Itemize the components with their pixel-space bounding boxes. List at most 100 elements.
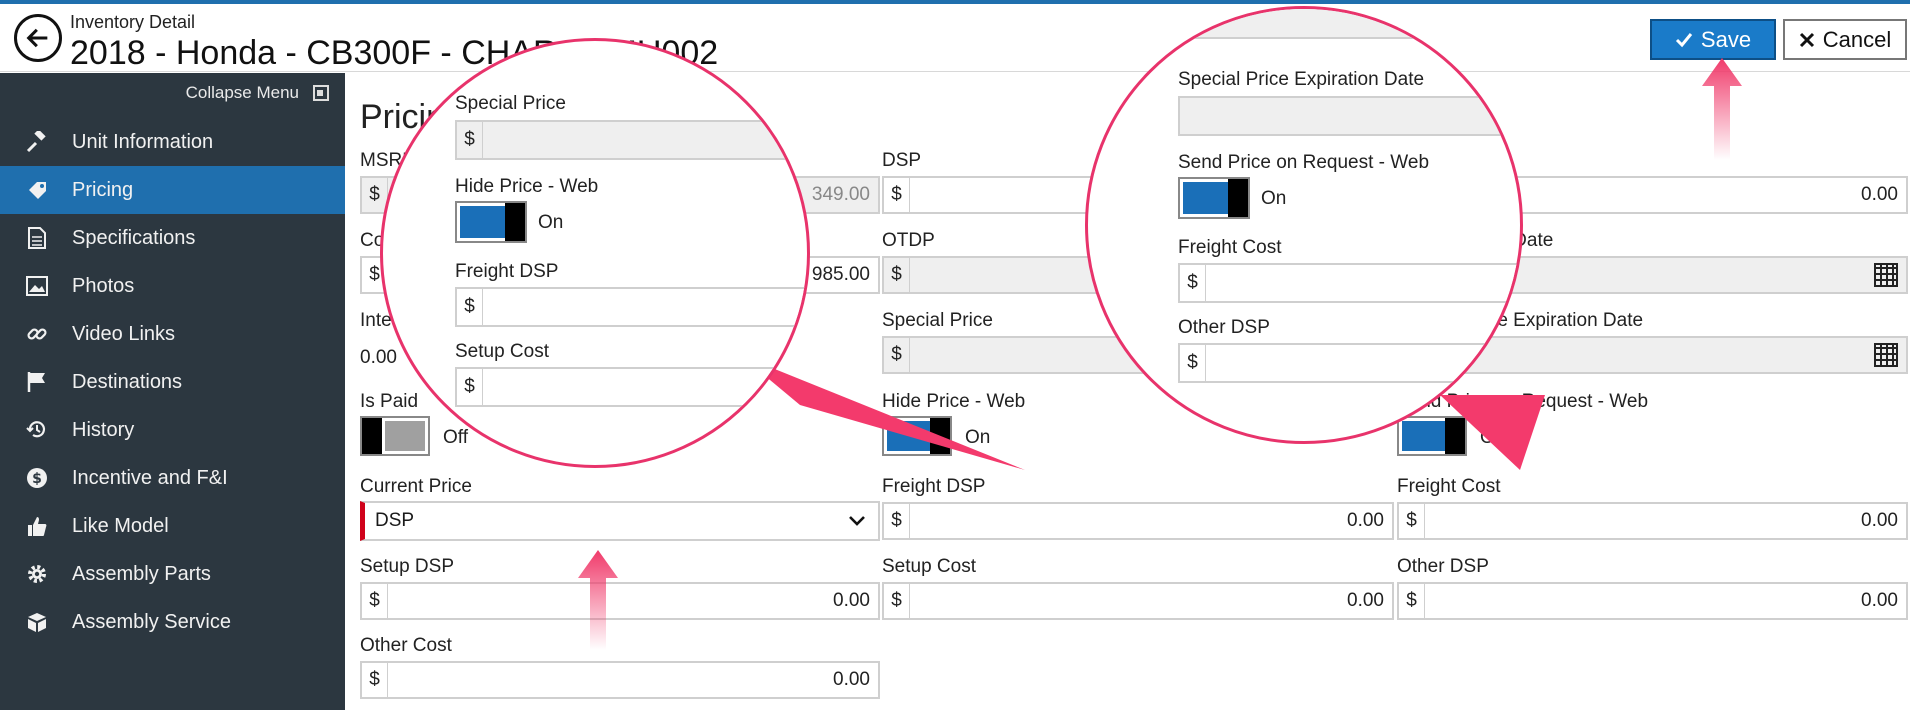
- magnifier-bubble-left: Special Price $ Hide Price - Web On Frei…: [380, 38, 810, 468]
- zoom-special-price-field[interactable]: $: [455, 120, 807, 160]
- zoom-special-price-label: Special Price: [455, 93, 566, 114]
- sidebar-item-pricing[interactable]: Pricing: [0, 166, 345, 214]
- sidebar-item-video-links[interactable]: Video Links: [0, 310, 345, 358]
- gear-icon: [22, 562, 52, 586]
- sidebar-item-like-model[interactable]: Like Model: [0, 502, 345, 550]
- zoom-hide-price-web-label: Hide Price - Web: [455, 176, 599, 197]
- sidebar-item-label: Specifications: [72, 226, 196, 249]
- flag-icon: [22, 370, 52, 394]
- zoom-empty-value: [1180, 9, 1520, 37]
- current-price-value: DSP: [375, 510, 415, 531]
- gavel-icon: [22, 130, 52, 154]
- zoom-send-price-label: Send Price on Request - Web: [1178, 152, 1430, 173]
- document-icon: [22, 226, 52, 250]
- collapse-icon: [313, 85, 329, 101]
- zoom-setup-cost-field[interactable]: $: [455, 367, 807, 407]
- other-cost-field[interactable]: $ 0.00: [360, 661, 880, 699]
- dollar-circle-icon: $: [22, 466, 52, 490]
- dsp-label: DSP: [882, 150, 922, 171]
- sidebar-item-label: Assembly Parts: [72, 562, 211, 585]
- sidebar-item-destinations[interactable]: Destinations: [0, 358, 345, 406]
- sidebar-item-photos[interactable]: Photos: [0, 262, 345, 310]
- zoom-empty-value: [483, 369, 807, 405]
- other-cost-value: 0.00: [833, 669, 870, 690]
- zoom-special-price-expiration-field[interactable]: [1178, 96, 1520, 136]
- currency-prefix: $: [362, 584, 388, 618]
- magnifier-bubble-right: Special Price Expiration Date Send Price…: [1085, 6, 1523, 444]
- toggle-knob: [505, 203, 525, 241]
- freight-dsp-field[interactable]: $ 0.00: [882, 502, 1394, 540]
- zoom-send-price-state: On: [1261, 188, 1287, 209]
- sidebar-item-label: Like Model: [72, 514, 169, 537]
- toggle-track: [460, 206, 505, 238]
- zoom-other-dsp-field[interactable]: $: [1178, 343, 1520, 383]
- save-label: Save: [1700, 26, 1752, 52]
- zoom-empty-value: [1206, 345, 1520, 381]
- sidebar-item-incentive-fi[interactable]: $ Incentive and F&I: [0, 454, 345, 502]
- hide-price-web-toggle[interactable]: [882, 416, 952, 456]
- sidebar-item-label: Pricing: [72, 178, 134, 201]
- zoom-empty-value: [1180, 98, 1520, 134]
- calendar-icon[interactable]: [1866, 258, 1906, 292]
- freight-dsp-label: Freight DSP: [882, 476, 986, 497]
- currency-prefix: $: [884, 258, 910, 292]
- current-price-label: Current Price: [360, 476, 472, 497]
- sidebar-item-label: Unit Information: [72, 130, 214, 153]
- breadcrumb: Inventory Detail: [70, 12, 196, 32]
- zoom-send-price-toggle[interactable]: [1178, 177, 1250, 219]
- zoom-special-price-date-field[interactable]: [1178, 9, 1520, 39]
- hide-price-web-label: Hide Price - Web: [882, 391, 1026, 412]
- zoom-freight-dsp-label: Freight DSP: [455, 261, 559, 282]
- hide-price-web-state: On: [965, 427, 991, 448]
- cancel-label: Cancel: [1822, 26, 1892, 52]
- special-price-label: Special Price: [882, 310, 993, 331]
- freight-cost-label: Freight Cost: [1397, 476, 1501, 497]
- currency-prefix: $: [362, 663, 388, 697]
- tag-icon: [22, 178, 52, 202]
- box-icon: [22, 610, 52, 634]
- save-button[interactable]: Save: [1650, 19, 1776, 60]
- otdp-label: OTDP: [882, 230, 935, 251]
- zoom-freight-dsp-field[interactable]: $: [455, 287, 807, 327]
- close-icon: [1799, 32, 1814, 47]
- collapse-menu-button[interactable]: Collapse Menu: [186, 83, 329, 103]
- currency-prefix: $: [457, 369, 483, 405]
- freight-cost-value: 0.00: [1861, 510, 1898, 531]
- sidebar-item-assembly-service[interactable]: Assembly Service: [0, 598, 345, 646]
- current-price-select[interactable]: DSP: [360, 501, 880, 541]
- zoom-freight-cost-field[interactable]: $: [1178, 263, 1520, 303]
- currency-prefix: $: [1180, 265, 1206, 301]
- svg-text:$: $: [32, 471, 42, 487]
- calendar-icon[interactable]: [1866, 338, 1906, 372]
- thumbs-up-icon: [22, 514, 52, 538]
- toggle-track: [887, 421, 930, 451]
- sidebar-item-label: Destinations: [72, 370, 183, 393]
- currency-prefix: $: [1399, 584, 1425, 618]
- setup-dsp-label: Setup DSP: [360, 556, 454, 577]
- sidebar-item-assembly-parts[interactable]: Assembly Parts: [0, 550, 345, 598]
- zoom-empty-value: [483, 122, 807, 158]
- setup-cost-value: 0.00: [1347, 590, 1384, 611]
- setup-dsp-value: 0.00: [833, 590, 870, 611]
- currency-prefix: $: [457, 122, 483, 158]
- sidebar-item-specifications[interactable]: Specifications: [0, 214, 345, 262]
- chevron-down-icon: [849, 516, 865, 526]
- freight-cost-field[interactable]: $ 0.00: [1397, 502, 1908, 540]
- image-icon: [22, 274, 52, 298]
- other-dsp-field[interactable]: $ 0.00: [1397, 582, 1908, 620]
- zoom-empty-value: [1206, 265, 1520, 301]
- setup-cost-field[interactable]: $ 0.00: [882, 582, 1394, 620]
- sidebar-item-label: Assembly Service: [72, 610, 231, 633]
- toggle-track: [1183, 182, 1228, 214]
- sidebar-item-unit-information[interactable]: Unit Information: [0, 118, 345, 166]
- cancel-button[interactable]: Cancel: [1783, 19, 1907, 60]
- back-arrow-icon[interactable]: [14, 14, 62, 62]
- currency-prefix: $: [1180, 345, 1206, 381]
- zoom-freight-cost-label: Freight Cost: [1178, 237, 1282, 258]
- setup-dsp-field[interactable]: $ 0.00: [360, 582, 880, 620]
- history-icon: [22, 418, 52, 442]
- zoom-hide-price-web-toggle[interactable]: [455, 201, 527, 243]
- sidebar-item-history[interactable]: History: [0, 406, 345, 454]
- zoom-empty-value: [483, 289, 807, 325]
- sidebar-item-label: History: [72, 418, 135, 441]
